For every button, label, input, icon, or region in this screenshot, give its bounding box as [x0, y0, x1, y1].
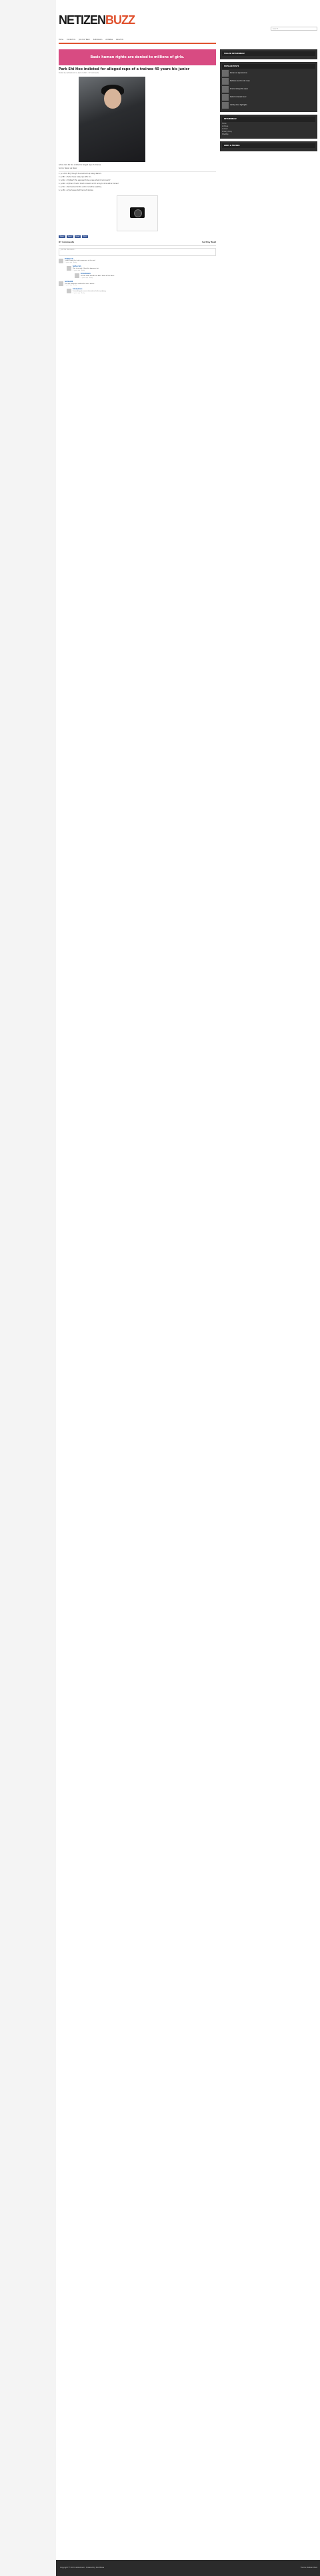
avatar[interactable]: [67, 265, 71, 271]
article-photo: [79, 76, 145, 162]
popular-box: POPULAR POSTS Korean ad appearances Neti…: [220, 62, 317, 113]
archives-box: NETIZENBUZZ Home Archives Contact Privac…: [220, 115, 317, 139]
avatar[interactable]: [75, 273, 79, 279]
logo-right: BUZZ: [105, 13, 135, 27]
nav-home[interactable]: Home: [59, 39, 63, 41]
comment-foot[interactable]: 2 years ago · Reply: [73, 270, 216, 272]
comment-foot[interactable]: 2 years ago · Reply: [65, 285, 216, 287]
nav-adrates[interactable]: Ad Rates: [105, 39, 113, 41]
popular-item[interactable]: Drama ratings this week: [222, 86, 315, 93]
avatar[interactable]: [59, 281, 63, 286]
nav-about[interactable]: About Us: [116, 39, 123, 41]
avatar[interactable]: [67, 288, 71, 293]
article-para: 4. [+640, -20] Even if he did it with co…: [59, 182, 119, 185]
thumbnail: [222, 78, 229, 85]
archives-heading: NETIZENBUZZ: [222, 117, 315, 122]
comment: Anonymous I'm waiting for more informati…: [67, 288, 216, 295]
nav-contact[interactable]: Contact Us: [67, 39, 75, 41]
popular-item[interactable]: Variety show highlights: [222, 102, 315, 109]
thumbnail: [222, 70, 229, 77]
avatar[interactable]: [59, 258, 63, 263]
sort-button[interactable]: Sort by Best: [202, 241, 216, 243]
search-input[interactable]: Search...: [271, 27, 317, 31]
footer-theme[interactable]: Theme: Netizen Buzz: [301, 2567, 317, 2569]
sidebar: FOLLOW NETIZENBUZZ POPULAR POSTS Korean …: [220, 49, 317, 154]
article-para: 3. [+812, -33] Wasn't this supposed to b…: [59, 179, 111, 181]
footer-copyright: Copyright © 2013 netizenbuzz · Powered b…: [60, 2567, 105, 2569]
main-content: Basic human rights are denied to million…: [59, 49, 216, 296]
article-para: 1. [+1,234, -86] I thought he would end …: [59, 172, 102, 175]
comments-count: 87 Comments: [59, 241, 75, 244]
share-button[interactable]: Share: [59, 235, 65, 239]
thumbnail: [222, 94, 229, 101]
comment-foot[interactable]: 2 years ago · Reply: [73, 293, 216, 295]
nav-join[interactable]: Join Our Team: [79, 39, 90, 41]
comment: hallyu_fan This is so sad, I liked his d…: [67, 265, 216, 272]
article-title: Park Shi Hoo indicted for alleged rape o…: [59, 67, 190, 71]
tweet-button[interactable]: Tweet: [66, 235, 73, 239]
print-button[interactable]: Print: [82, 235, 88, 239]
follow-heading: FOLLOW NETIZENBUZZ: [222, 51, 315, 57]
article-para: 5. [+512, -18] I feel bad for the victim…: [59, 185, 102, 188]
archive-link[interactable]: Site Map: [222, 133, 315, 136]
site-logo[interactable]: NETIZENBUZZ: [59, 12, 135, 28]
camera-icon: [130, 207, 145, 218]
footer: Copyright © 2013 netizenbuzz · Powered b…: [56, 2560, 320, 2576]
main-nav: Home Contact Us Join Our Team Submission…: [59, 37, 216, 44]
share-bar: Share Tweet Email Print: [59, 235, 216, 239]
nav-submission[interactable]: Submission: [93, 39, 103, 41]
comment: netizen88 The age difference makes this …: [59, 281, 216, 287]
comment-foot[interactable]: 2 years ago · Reply: [65, 262, 216, 264]
article-para: 2. [+987, -45] So it was really rape aft…: [59, 175, 92, 178]
camera-ad[interactable]: [117, 195, 158, 232]
thumbnail: [222, 86, 229, 93]
archive-link[interactable]: Privacy Policy: [222, 131, 315, 133]
article-para: Source: News1 via Naver: [59, 167, 77, 169]
comment-foot[interactable]: 2 years ago · Reply: [81, 277, 216, 279]
article-para: 6. [+450, -12] Let's see what the court …: [59, 189, 93, 191]
comment: PinkPanda I really hope the truth comes …: [59, 258, 216, 264]
ad-banner[interactable]: Basic human rights are denied to million…: [59, 49, 216, 65]
page: NETIZENBUZZ Search... Home Contact Us Jo…: [56, 0, 320, 2576]
archive-link[interactable]: Archives: [222, 125, 315, 128]
follow-box: FOLLOW NETIZENBUZZ: [220, 49, 317, 60]
popular-item[interactable]: Korean ad appearances: [222, 70, 315, 77]
archive-link[interactable]: Home: [222, 123, 315, 125]
email-button[interactable]: Email: [74, 235, 81, 239]
article-para: Article: Park Shi Hoo indicted for alleg…: [59, 163, 101, 166]
article-meta: Posted by netizenbuzz on April 2, 2013 ·…: [59, 71, 99, 74]
thumbnail: [222, 102, 229, 109]
links-heading: LINKS & FRIENDS: [222, 143, 315, 148]
logo-left: NETIZEN: [59, 13, 106, 27]
popular-item[interactable]: Debut comeback buzz: [222, 94, 315, 101]
comments-header: 87 Comments Sort by Best: [59, 241, 216, 246]
popular-heading: POPULAR POSTS: [222, 64, 315, 69]
popular-item[interactable]: Netizens react to idol news: [222, 78, 315, 85]
comment-input[interactable]: Join the discussion...: [59, 247, 216, 256]
links-box: LINKS & FRIENDS: [220, 141, 317, 151]
archive-link[interactable]: Contact: [222, 128, 315, 131]
comment: koreanwave Let the court decide, we don'…: [75, 273, 216, 279]
